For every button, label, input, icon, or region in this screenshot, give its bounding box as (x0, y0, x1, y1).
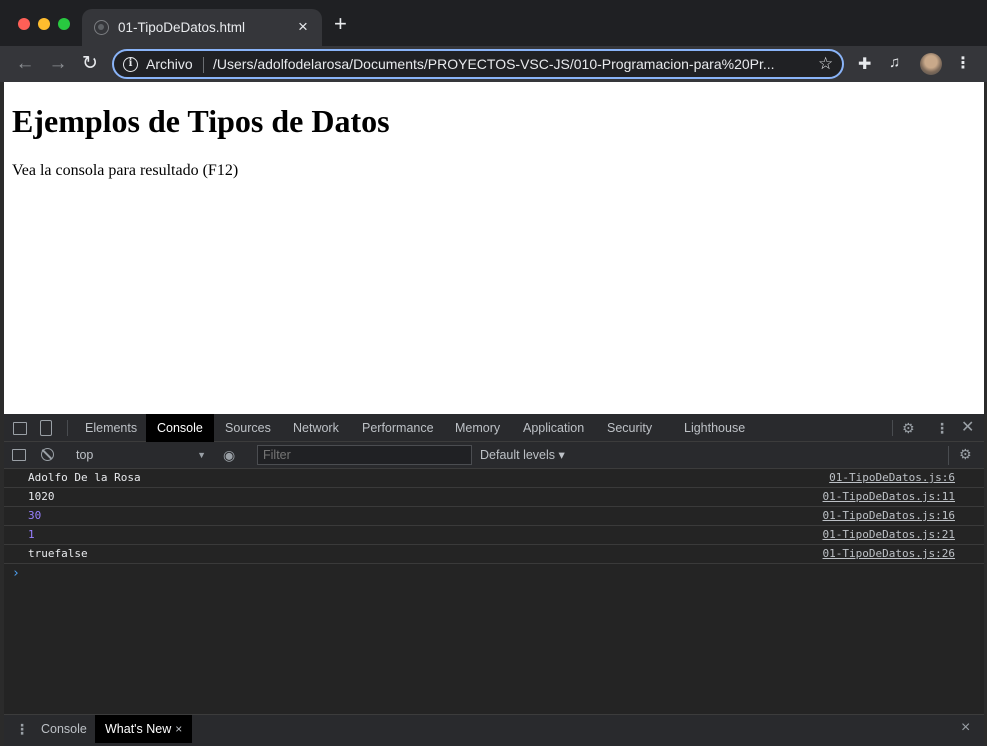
console-filter-input[interactable] (257, 445, 472, 465)
console-filter-bar: top ▼ ◉ Default levels ▾ ⚙ (4, 442, 984, 469)
console-message-text: truefalse (28, 547, 88, 560)
tab-security[interactable]: Security (596, 414, 663, 442)
console-message: Adolfo De la Rosa 01-TipoDeDatos.js:6 (4, 469, 984, 488)
devtools-drawer: ⋮ Console What's New × × (4, 714, 984, 746)
console-message: 1020 01-TipoDeDatos.js:11 (4, 488, 984, 507)
console-sidebar-icon[interactable] (12, 449, 26, 461)
more-options-icon[interactable]: ⋮ (935, 419, 949, 437)
context-selector-value: top (76, 448, 94, 462)
inspect-element-icon[interactable] (13, 422, 27, 435)
console-message: 30 01-TipoDeDatos.js:16 (4, 507, 984, 526)
minimize-window-button[interactable] (38, 18, 50, 30)
address-divider (203, 57, 204, 73)
tab-lighthouse[interactable]: Lighthouse (673, 414, 756, 442)
tab-sources[interactable]: Sources (214, 414, 282, 442)
browser-menu-icon[interactable]: ⋮ (955, 53, 971, 73)
extensions-puzzle-icon[interactable]: ✚ (858, 54, 871, 74)
divider (948, 446, 949, 465)
log-levels-dropdown[interactable]: Default levels ▾ (480, 446, 565, 465)
devtools-panel: Elements Console Sources Network Perform… (4, 414, 984, 746)
drawer-menu-icon[interactable]: ⋮ (15, 721, 29, 738)
tab-elements[interactable]: Elements (74, 414, 148, 442)
tab-close-button[interactable]: × (298, 17, 308, 37)
media-control-icon[interactable]: ♫ (889, 54, 900, 71)
page-heading: Ejemplos de Tipos de Datos (12, 103, 390, 139)
tab-console[interactable]: Console (146, 414, 214, 442)
drawer-tab-whats-new[interactable]: What's New × (95, 715, 193, 743)
close-devtools-icon[interactable]: ✕ (961, 419, 974, 437)
drawer-tab-label: What's New (105, 722, 172, 736)
console-message: truefalse 01-TipoDeDatos.js:26 (4, 545, 984, 564)
close-drawer-icon[interactable]: × (961, 719, 970, 737)
profile-avatar[interactable] (920, 53, 942, 75)
page-viewport: Ejemplos de Tipos de Datos Vea la consol… (4, 82, 984, 414)
tab-memory[interactable]: Memory (444, 414, 511, 442)
close-window-button[interactable] (18, 18, 30, 30)
devtools-tab-bar: Elements Console Sources Network Perform… (4, 414, 984, 442)
console-source-link[interactable]: 01-TipoDeDatos.js:6 (829, 469, 955, 487)
reload-button[interactable]: ↻ (79, 53, 101, 75)
console-message-text: 1020 (28, 490, 55, 503)
tab-title: 01-TipoDeDatos.html (118, 20, 246, 35)
divider (67, 420, 68, 436)
context-selector[interactable]: top ▼ (68, 446, 208, 465)
console-settings-gear-icon[interactable]: ⚙ (959, 446, 972, 463)
console-source-link[interactable]: 01-TipoDeDatos.js:16 (823, 507, 955, 525)
tab-application[interactable]: Application (512, 414, 595, 442)
maximize-window-button[interactable] (58, 18, 70, 30)
device-toolbar-icon[interactable] (40, 420, 52, 436)
back-button[interactable]: ← (14, 53, 36, 75)
bookmark-star-icon[interactable]: ☆ (818, 54, 833, 74)
console-message-number: 1 (28, 528, 35, 541)
caret-down-icon: ▼ (197, 450, 206, 460)
info-icon[interactable]: i (123, 57, 138, 72)
drawer-tab-console[interactable]: Console (31, 715, 97, 743)
console-source-link[interactable]: 01-TipoDeDatos.js:26 (823, 545, 955, 563)
browser-toolbar: ← → ↻ i Archivo /Users/adolfodelarosa/Do… (0, 46, 987, 82)
drawer-tab-close-icon[interactable]: × (175, 722, 182, 736)
clear-console-icon[interactable] (41, 448, 54, 461)
console-source-link[interactable]: 01-TipoDeDatos.js:11 (823, 488, 955, 506)
console-prompt[interactable]: › (12, 566, 20, 581)
tab-strip: 01-TipoDeDatos.html × + (0, 0, 987, 46)
address-url[interactable]: /Users/adolfodelarosa/Documents/PROYECTO… (213, 56, 805, 72)
console-message-text: Adolfo De la Rosa (28, 471, 141, 484)
tab-performance[interactable]: Performance (351, 414, 445, 442)
console-output: Adolfo De la Rosa 01-TipoDeDatos.js:6 10… (4, 469, 984, 714)
settings-gear-icon[interactable]: ⚙ (902, 419, 915, 437)
tab-network[interactable]: Network (282, 414, 350, 442)
divider (892, 420, 893, 436)
forward-button[interactable]: → (47, 53, 69, 75)
globe-icon (94, 20, 109, 35)
console-message-number: 30 (28, 509, 42, 522)
console-message: 1 01-TipoDeDatos.js:21 (4, 526, 984, 545)
live-expression-eye-icon[interactable]: ◉ (223, 447, 235, 464)
page-paragraph: Vea la consola para resultado (F12) (12, 162, 239, 179)
new-tab-button[interactable]: + (334, 13, 347, 35)
address-scheme-label: Archivo (146, 56, 193, 72)
console-source-link[interactable]: 01-TipoDeDatos.js:21 (823, 526, 955, 544)
address-bar[interactable]: i Archivo /Users/adolfodelarosa/Document… (112, 49, 844, 79)
browser-tab[interactable]: 01-TipoDeDatos.html × (82, 9, 322, 46)
